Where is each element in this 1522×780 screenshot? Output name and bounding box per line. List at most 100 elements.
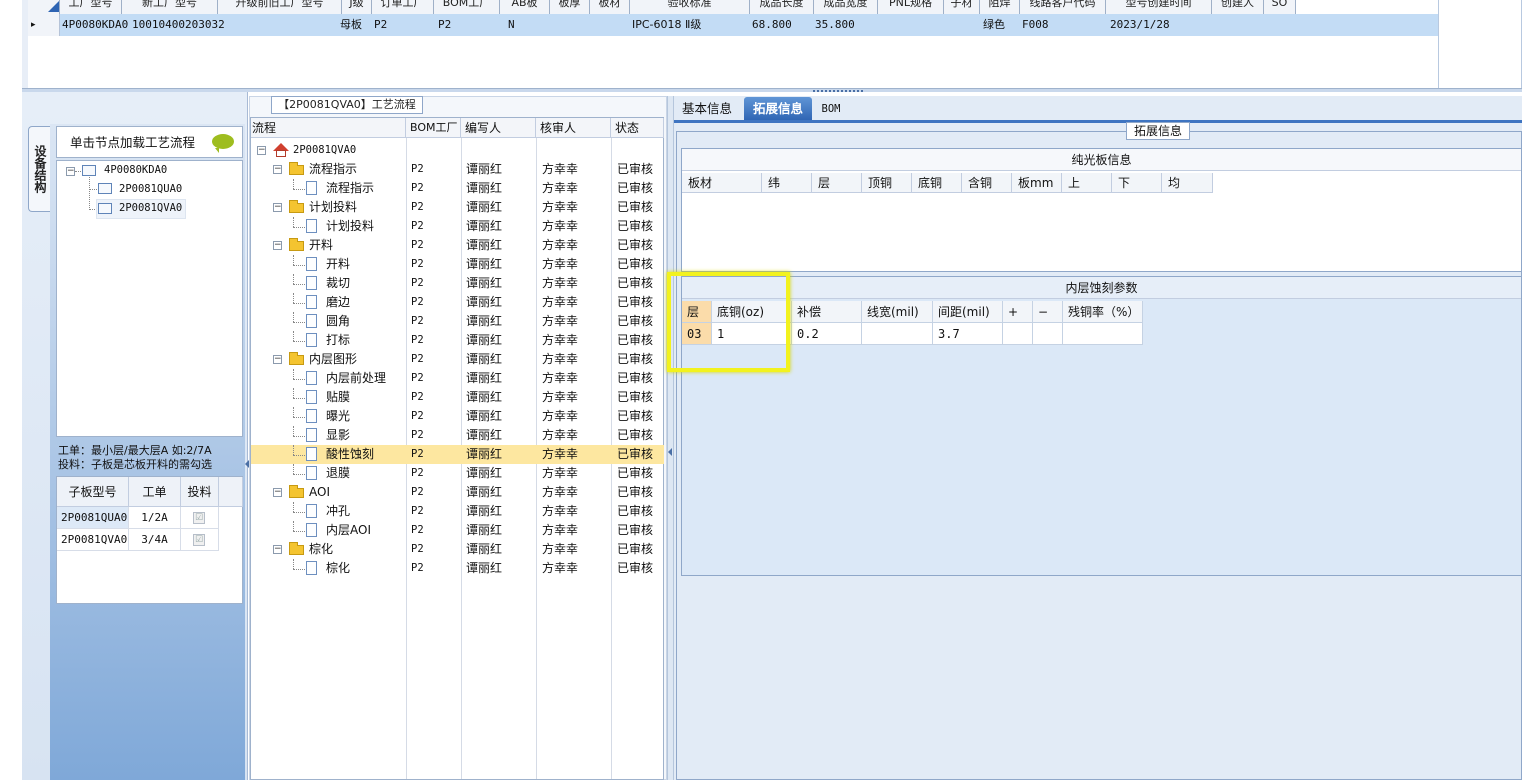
process-row[interactable]: 棕化 P2 谭丽红 方幸幸 已审核 bbox=[251, 559, 664, 578]
process-step-label[interactable]: 开料 bbox=[309, 236, 333, 255]
sg-row1-model[interactable]: 2P0081QUA0 bbox=[57, 507, 129, 529]
th-new-model[interactable]: 新工厂型号 bbox=[122, 0, 218, 14]
th-width[interactable]: 成品宽度 bbox=[814, 0, 878, 14]
process-row[interactable]: 酸性蚀刻 P2 谭丽红 方幸幸 已审核 bbox=[251, 445, 664, 464]
pb-header-with-cu[interactable]: 含铜 bbox=[962, 173, 1012, 193]
process-row[interactable]: − 棕化 P2 谭丽红 方幸幸 已审核 bbox=[251, 540, 664, 559]
ie-cell-plus[interactable] bbox=[1003, 323, 1033, 345]
sg-row2-feed-checkbox[interactable]: ☑ bbox=[193, 534, 205, 546]
process-step-label[interactable]: 冲孔 bbox=[326, 502, 350, 521]
collapse-icon[interactable]: − bbox=[257, 146, 266, 155]
process-step-label[interactable]: 流程指示 bbox=[309, 160, 357, 179]
ph-writer[interactable]: 编写人 bbox=[461, 118, 536, 138]
process-row[interactable]: 显影 P2 谭丽红 方幸幸 已审核 bbox=[251, 426, 664, 445]
process-row[interactable]: 开料 P2 谭丽红 方幸幸 已审核 bbox=[251, 255, 664, 274]
ie-cell-compensation[interactable]: 0.2 bbox=[792, 323, 862, 345]
process-row[interactable]: − 内层图形 P2 谭丽红 方幸幸 已审核 bbox=[251, 350, 664, 369]
sg-header-feed[interactable]: 投料 bbox=[181, 477, 219, 507]
select-all-icon[interactable] bbox=[48, 1, 59, 12]
process-row[interactable]: − 流程指示 P2 谭丽红 方幸幸 已审核 bbox=[251, 160, 664, 179]
process-root-label[interactable]: 2P0081QVA0 bbox=[293, 141, 356, 160]
process-row[interactable]: 内层前处理 P2 谭丽红 方幸幸 已审核 bbox=[251, 369, 664, 388]
ie-header-plus[interactable]: + bbox=[1003, 301, 1033, 323]
th-created[interactable]: 型号创建时间 bbox=[1106, 0, 1212, 14]
th-customer-code[interactable]: 线路客户代码 bbox=[1020, 0, 1106, 14]
tree-node-child-1[interactable]: 2P0081QUA0 bbox=[119, 183, 182, 195]
th-old-model[interactable]: 升级前旧工厂型号 bbox=[218, 0, 342, 14]
process-row[interactable]: 流程指示 P2 谭丽红 方幸幸 已审核 bbox=[251, 179, 664, 198]
pb-header-material[interactable]: 板材 bbox=[682, 173, 762, 193]
pb-header-weft[interactable]: 纬 bbox=[762, 173, 812, 193]
th-pnl[interactable]: PNL规格 bbox=[878, 0, 944, 14]
sg-header-order[interactable]: 工单 bbox=[129, 477, 181, 507]
process-step-label[interactable]: 计划投料 bbox=[326, 217, 374, 236]
collapse-icon[interactable]: − bbox=[273, 488, 282, 497]
collapse-icon[interactable]: − bbox=[273, 165, 282, 174]
process-row[interactable]: 冲孔 P2 谭丽红 方幸幸 已审核 bbox=[251, 502, 664, 521]
process-row[interactable]: 裁切 P2 谭丽红 方幸幸 已审核 bbox=[251, 274, 664, 293]
process-step-label[interactable]: 内层图形 bbox=[309, 350, 357, 369]
th-creator[interactable]: 创建人 bbox=[1212, 0, 1264, 14]
th-order-factory[interactable]: 订单工厂 bbox=[372, 0, 434, 14]
tab-basic-info[interactable]: 基本信息 bbox=[676, 97, 738, 121]
sg-row1-feed-checkbox[interactable]: ☑ bbox=[193, 512, 205, 524]
ph-reviewer[interactable]: 核审人 bbox=[536, 118, 611, 138]
process-step-label[interactable]: 退膜 bbox=[326, 464, 350, 483]
process-row[interactable]: 圆角 P2 谭丽红 方幸幸 已审核 bbox=[251, 312, 664, 331]
sg-row1-order[interactable]: 1/2A bbox=[129, 507, 181, 529]
pb-header-top-cu[interactable]: 顶铜 bbox=[862, 173, 912, 193]
ie-header-residual[interactable]: 残铜率（%） bbox=[1063, 301, 1143, 323]
collapse-icon[interactable]: − bbox=[273, 241, 282, 250]
process-row[interactable]: 退膜 P2 谭丽红 方幸幸 已审核 bbox=[251, 464, 664, 483]
th-thickness[interactable]: 板厚 bbox=[550, 0, 590, 14]
collapse-left-icon[interactable] bbox=[668, 448, 672, 456]
pb-header-down[interactable]: 下 bbox=[1112, 173, 1162, 193]
process-step-label[interactable]: 曝光 bbox=[326, 407, 350, 426]
process-step-label[interactable]: 流程指示 bbox=[326, 179, 374, 198]
ie-cell-minus[interactable] bbox=[1033, 323, 1063, 345]
table-row[interactable] bbox=[28, 14, 1438, 36]
tab-extended-info[interactable]: 拓展信息 bbox=[744, 97, 812, 121]
ie-header-line-width[interactable]: 线宽(mil) bbox=[862, 301, 933, 323]
process-row[interactable]: − 开料 P2 谭丽红 方幸幸 已审核 bbox=[251, 236, 664, 255]
th-material[interactable]: 板材 bbox=[590, 0, 630, 14]
process-row[interactable]: 打标 P2 谭丽红 方幸幸 已审核 bbox=[251, 331, 664, 350]
sg-row2-model[interactable]: 2P0081QVA0 bbox=[57, 529, 129, 551]
th-length[interactable]: 成品长度 bbox=[750, 0, 814, 14]
pb-header-avg[interactable]: 均 bbox=[1162, 173, 1213, 193]
process-step-label[interactable]: 贴膜 bbox=[326, 388, 350, 407]
vertical-splitter[interactable] bbox=[667, 96, 674, 780]
th-ab[interactable]: AB板 bbox=[500, 0, 550, 14]
ie-header-compensation[interactable]: 补偿 bbox=[792, 301, 862, 323]
process-step-label[interactable]: 内层前处理 bbox=[326, 369, 386, 388]
ie-header-minus[interactable]: − bbox=[1033, 301, 1063, 323]
pb-header-board-mm[interactable]: 板mm bbox=[1012, 173, 1062, 193]
ph-status[interactable]: 状态 bbox=[611, 118, 664, 138]
tab-device-structure[interactable]: 设备结构 bbox=[28, 126, 50, 212]
process-row[interactable]: − 计划投料 P2 谭丽红 方幸幸 已审核 bbox=[251, 198, 664, 217]
process-row[interactable]: 贴膜 P2 谭丽红 方幸幸 已审核 bbox=[251, 388, 664, 407]
th-so[interactable]: SO bbox=[1264, 0, 1296, 14]
pb-header-up[interactable]: 上 bbox=[1062, 173, 1112, 193]
process-step-label[interactable]: 棕化 bbox=[309, 540, 333, 559]
process-root-row[interactable]: − 2P0081QVA0 bbox=[251, 141, 664, 160]
process-row[interactable]: 磨边 P2 谭丽红 方幸幸 已审核 bbox=[251, 293, 664, 312]
th-bom-factory[interactable]: BOM工厂 bbox=[434, 0, 500, 14]
ie-header-spacing[interactable]: 间距(mil) bbox=[933, 301, 1003, 323]
collapse-icon[interactable]: − bbox=[66, 167, 75, 176]
process-row[interactable]: 内层AOI P2 谭丽红 方幸幸 已审核 bbox=[251, 521, 664, 540]
ie-cell-spacing[interactable]: 3.7 bbox=[933, 323, 1003, 345]
sg-row2-order[interactable]: 3/4A bbox=[129, 529, 181, 551]
tree-node-child-2[interactable]: 2P0081QVA0 bbox=[119, 202, 182, 214]
process-step-label[interactable]: 裁切 bbox=[326, 274, 350, 293]
process-step-label[interactable]: 内层AOI bbox=[326, 521, 371, 540]
ph-bom-factory[interactable]: BOM工厂 bbox=[406, 118, 461, 138]
sg-header-model[interactable]: 子板型号 bbox=[57, 477, 129, 507]
th-sub[interactable]: 子材 bbox=[944, 0, 980, 14]
process-row[interactable]: 计划投料 P2 谭丽红 方幸幸 已审核 bbox=[251, 217, 664, 236]
process-row[interactable]: − AOI P2 谭丽红 方幸幸 已审核 bbox=[251, 483, 664, 502]
process-step-label[interactable]: 显影 bbox=[326, 426, 350, 445]
process-step-label[interactable]: 打标 bbox=[326, 331, 350, 350]
collapse-icon[interactable]: − bbox=[273, 545, 282, 554]
pb-header-bottom-cu[interactable]: 底铜 bbox=[912, 173, 962, 193]
